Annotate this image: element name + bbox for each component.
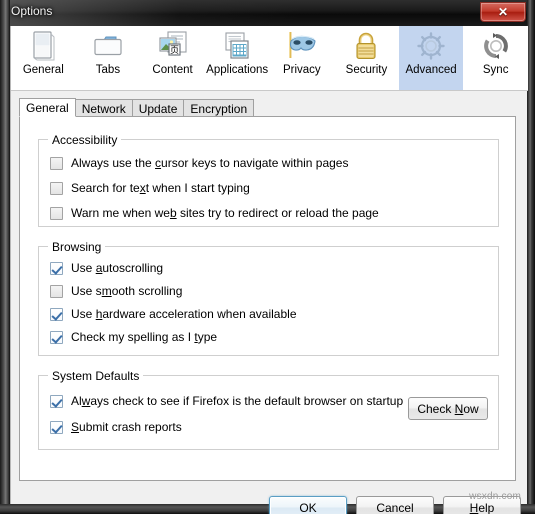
checkbox-row-submit-crash-reports[interactable]: Submit crash reports xyxy=(50,418,182,436)
spellcheck-checkbox[interactable] xyxy=(50,330,63,344)
checkbox-row-autoscrolling[interactable]: Use autoscrolling xyxy=(50,259,163,277)
tabs-icon xyxy=(91,29,125,63)
close-icon: ✕ xyxy=(497,5,509,19)
system-defaults-legend: System Defaults xyxy=(48,369,144,383)
options-category-toolbar: General Tabs 页 Content Applications Priv… xyxy=(11,26,528,91)
default-browser-check-label: Always check to see if Firefox is the de… xyxy=(71,394,404,408)
svg-text:页: 页 xyxy=(170,45,179,56)
cursor-keys-label: Always use the cursor keys to navigate w… xyxy=(71,156,349,170)
checkbox-row-default-browser-check[interactable]: Always check to see if Firefox is the de… xyxy=(50,392,403,410)
window-frame-left xyxy=(0,0,10,514)
system-defaults-group: System Defaults Always check to see if F… xyxy=(38,369,499,450)
browsing-legend: Browsing xyxy=(48,240,106,254)
autoscrolling-label: Use autoscrolling xyxy=(71,261,164,275)
close-button[interactable]: ✕ xyxy=(480,2,526,22)
toolbar-item-label: Sync xyxy=(482,64,509,76)
dialog-client-area: General Tabs 页 Content Applications Priv… xyxy=(10,26,528,514)
checkbox-row-search-typing[interactable]: Search for text when I start typing xyxy=(50,179,250,197)
ok-label: OK xyxy=(299,500,317,514)
advanced-gear-icon xyxy=(414,29,448,63)
hardware-acceleration-label: Use hardware acceleration when available xyxy=(71,307,297,321)
check-now-button[interactable]: Check Now xyxy=(408,397,488,420)
submit-crash-reports-checkbox[interactable] xyxy=(50,420,63,434)
toolbar-item-tabs[interactable]: Tabs xyxy=(76,26,141,90)
tab-update[interactable]: Update xyxy=(131,99,185,117)
warn-redirect-label: Warn me when web sites try to redirect o… xyxy=(71,206,379,220)
smooth-scrolling-checkbox[interactable] xyxy=(50,284,63,298)
toolbar-item-label: General xyxy=(22,64,64,76)
ok-button[interactable]: OK xyxy=(269,496,347,514)
toolbar-item-label: Security xyxy=(345,64,388,76)
toolbar-item-content[interactable]: 页 Content xyxy=(140,26,205,90)
tab-network[interactable]: Network xyxy=(74,99,133,117)
smooth-scrolling-label: Use smooth scrolling xyxy=(71,284,183,298)
cursor-keys-checkbox[interactable] xyxy=(50,156,63,170)
sync-arrows-icon xyxy=(479,29,513,63)
checkbox-row-warn-redirect[interactable]: Warn me when web sites try to redirect o… xyxy=(50,204,379,222)
toolbar-item-privacy[interactable]: Privacy xyxy=(270,26,335,90)
spellcheck-label: Check my spelling as I type xyxy=(71,330,218,344)
toolbar-item-applications[interactable]: Applications xyxy=(205,26,270,90)
search-typing-label: Search for text when I start typing xyxy=(71,181,250,195)
advanced-general-panel: Accessibility Always use the cursor keys… xyxy=(19,116,516,481)
search-typing-checkbox[interactable] xyxy=(50,181,63,195)
checkbox-row-cursor-keys[interactable]: Always use the cursor keys to navigate w… xyxy=(50,154,348,172)
help-label: Help xyxy=(469,500,495,514)
privacy-mask-icon xyxy=(285,29,319,63)
toolbar-item-label: Tabs xyxy=(95,64,121,76)
checkbox-row-spellcheck[interactable]: Check my spelling as I type xyxy=(50,328,217,346)
toolbar-item-advanced[interactable]: Advanced xyxy=(398,26,464,90)
toolbar-item-sync[interactable]: Sync xyxy=(463,26,528,90)
checkbox-row-smooth-scrolling[interactable]: Use smooth scrolling xyxy=(50,282,182,300)
toolbar-item-label: Privacy xyxy=(282,64,321,76)
content-icon: 页 xyxy=(156,29,190,63)
security-lock-icon xyxy=(349,29,383,63)
toolbar-item-security[interactable]: Security xyxy=(334,26,399,90)
advanced-subtab-strip: General Network Update Encryption xyxy=(19,98,255,117)
title-bar: Options ✕ xyxy=(0,0,535,26)
general-icon xyxy=(26,29,60,63)
toolbar-item-general[interactable]: General xyxy=(11,26,76,90)
tab-general[interactable]: General xyxy=(19,98,76,117)
submit-crash-reports-label: Submit crash reports xyxy=(71,420,182,434)
toolbar-item-label: Content xyxy=(152,64,193,76)
dialog-footer: OK Cancel Help xyxy=(11,484,528,514)
cancel-label: Cancel xyxy=(376,500,414,514)
options-dialog-window: Options ✕ General Tabs 页 Content Applica… xyxy=(0,0,535,514)
toolbar-item-label: Advanced xyxy=(405,64,457,76)
applications-icon xyxy=(220,29,254,63)
tab-encryption[interactable]: Encryption xyxy=(183,99,255,117)
check-now-label: Check Now xyxy=(417,401,479,416)
warn-redirect-checkbox[interactable] xyxy=(50,206,63,220)
accessibility-legend: Accessibility xyxy=(48,133,122,147)
hardware-acceleration-checkbox[interactable] xyxy=(50,307,63,321)
accessibility-group: Accessibility Always use the cursor keys… xyxy=(38,133,499,227)
window-frame-right xyxy=(527,0,535,514)
watermark: wsxdn.com xyxy=(469,491,521,502)
checkbox-row-hardware-acceleration[interactable]: Use hardware acceleration when available xyxy=(50,305,297,323)
window-title: Options xyxy=(11,4,53,18)
browsing-group: Browsing Use autoscrolling Use smooth sc… xyxy=(38,240,499,356)
toolbar-item-label: Applications xyxy=(206,64,269,76)
autoscrolling-checkbox[interactable] xyxy=(50,261,63,275)
cancel-button[interactable]: Cancel xyxy=(356,496,434,514)
default-browser-check-checkbox[interactable] xyxy=(50,394,63,408)
